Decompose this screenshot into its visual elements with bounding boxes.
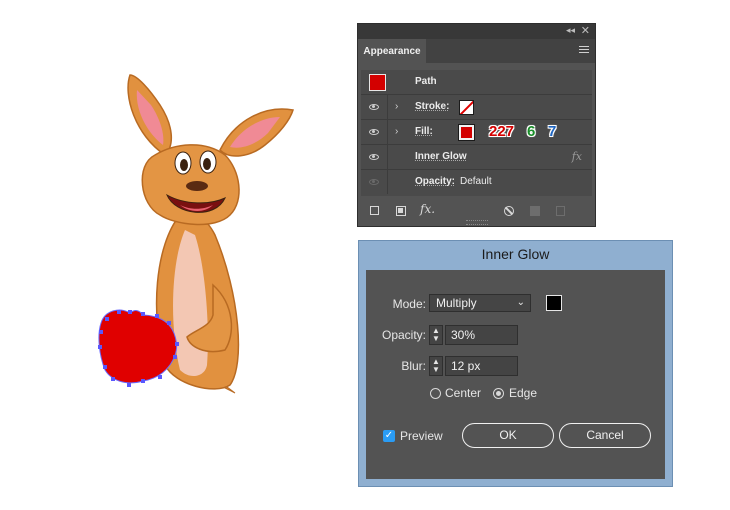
stroke-label[interactable]: Stroke: — [415, 101, 449, 112]
mode-dropdown[interactable]: Multiply ⌄ — [429, 294, 531, 312]
opacity-stepper[interactable]: ▲ ▼ — [429, 325, 443, 345]
duplicate-item-icon[interactable] — [530, 206, 540, 216]
apple-shape[interactable] — [98, 309, 178, 384]
chevron-right-icon[interactable]: › — [395, 126, 398, 137]
fill-color-swatch[interactable] — [458, 124, 475, 141]
edge-label[interactable]: Edge — [509, 386, 537, 400]
add-fill-icon[interactable] — [396, 206, 406, 216]
close-icon[interactable]: ✕ — [581, 24, 590, 37]
tab-appearance[interactable]: Appearance — [358, 39, 426, 64]
row-fill[interactable]: › Fill: 227 6 7 — [361, 120, 592, 145]
chevron-right-icon[interactable]: › — [395, 101, 398, 112]
opacity-input[interactable]: 30% — [445, 325, 518, 345]
clear-appearance-icon[interactable] — [504, 206, 514, 216]
mode-label: Mode: — [392, 297, 426, 311]
path-label: Path — [415, 76, 437, 87]
eye-icon[interactable] — [369, 179, 379, 185]
stroke-none-swatch[interactable] — [459, 100, 474, 115]
ok-button[interactable]: OK — [462, 423, 554, 448]
row-inner-glow[interactable]: Inner Glow fx — [361, 145, 592, 170]
add-stroke-icon[interactable] — [370, 206, 379, 215]
eye-icon[interactable] — [369, 104, 379, 110]
eye-icon[interactable] — [369, 154, 379, 160]
path-color-swatch — [369, 74, 386, 91]
panel-title-bar[interactable] — [358, 24, 595, 39]
preview-label[interactable]: Preview — [400, 429, 443, 443]
opacity-label: Opacity: — [381, 328, 426, 342]
panel-menu-icon[interactable] — [579, 46, 589, 55]
resize-grip[interactable] — [466, 220, 488, 225]
row-stroke[interactable]: › Stroke: — [361, 95, 592, 120]
mode-value: Multiply — [436, 296, 477, 310]
selected-path-object[interactable] — [95, 305, 185, 390]
row-opacity[interactable]: Opacity: Default — [361, 170, 592, 195]
dialog-title: Inner Glow — [481, 246, 550, 262]
add-effect-icon[interactable]: fx. — [420, 202, 435, 216]
cancel-button[interactable]: Cancel — [559, 423, 651, 448]
blur-stepper[interactable]: ▲ ▼ — [429, 356, 443, 376]
delete-item-icon[interactable] — [556, 206, 565, 216]
inner-glow-dialog: Inner Glow Mode: Multiply ⌄ Opacity: ▲ ▼ … — [358, 240, 673, 487]
rgb-red-value: 227 — [489, 123, 515, 140]
fx-icon: fx — [571, 150, 582, 163]
dialog-body: Mode: Multiply ⌄ Opacity: ▲ ▼ 30% Blur: ▲… — [366, 270, 665, 479]
rgb-green-value: 6 — [527, 123, 536, 140]
fill-label[interactable]: Fill: — [415, 126, 433, 137]
center-radio[interactable] — [430, 388, 441, 399]
blur-input[interactable]: 12 px — [445, 356, 518, 376]
row-path[interactable]: Path — [361, 70, 592, 95]
preview-checkbox[interactable]: ✓ — [383, 430, 395, 442]
blur-label: Blur: — [401, 359, 426, 373]
opacity-value: Default — [460, 176, 492, 187]
eye-icon[interactable] — [369, 129, 379, 135]
appearance-attribute-list: Path › Stroke: › Fill: 227 6 7 Inner Glo… — [361, 70, 592, 196]
inner-glow-label[interactable]: Inner Glow — [415, 151, 467, 162]
opacity-label[interactable]: Opacity: — [415, 176, 455, 187]
glow-color-swatch[interactable] — [546, 295, 562, 311]
appearance-panel: ◂◂ ✕ Appearance Path › Stroke: › Fill: 2… — [357, 23, 596, 227]
collapse-icon[interactable]: ◂◂ — [566, 25, 575, 36]
center-label[interactable]: Center — [445, 386, 481, 400]
edge-radio[interactable] — [493, 388, 504, 399]
chevron-down-icon: ⌄ — [516, 297, 525, 308]
rgb-blue-value: 7 — [548, 123, 557, 140]
